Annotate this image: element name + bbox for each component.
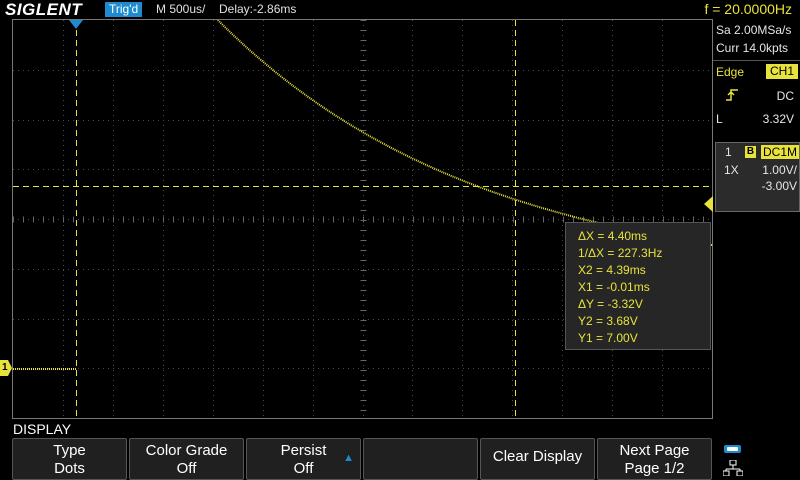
measurement-row: Y1 = 7.00V <box>578 331 638 345</box>
grid-lines <box>13 20 712 418</box>
trigger-type[interactable]: Edge <box>716 65 744 80</box>
usb-icon <box>724 445 741 453</box>
measurement-row: X2 = 4.39ms <box>578 263 646 277</box>
measurement-row: X1 = -0.01ms <box>578 280 650 294</box>
softkey-value: Page 1/2 <box>624 460 685 477</box>
cursor-lines <box>13 20 712 418</box>
measurement-row: ΔY = -3.32V <box>578 297 643 311</box>
vertical-scale: 1.00V/ <box>762 163 797 177</box>
brand-logo: SIGLENT <box>5 0 83 19</box>
cursor-measurement-panel: ΔX = 4.40ms 1/ΔX = 227.3Hz X2 = 4.39ms X1 =… <box>565 222 711 350</box>
expand-arrow-icon: ▲ <box>343 452 354 464</box>
channel-number: 1 <box>725 145 732 159</box>
type-softkey[interactable]: Type Dots <box>12 438 127 480</box>
vertical-offset: -3.00V <box>761 179 797 193</box>
ch1-waveform-trace <box>216 20 712 246</box>
status-bar: SIGLENT Trig'd M 500us/ Delay:-2.86ms f … <box>0 0 800 19</box>
bandwidth-limit-icon: B <box>745 146 756 158</box>
delay-readout: Delay:-2.86ms <box>219 2 297 16</box>
channel-1-info[interactable]: 1 B DC1M 1X 1.00V/ -3.00V <box>715 142 800 212</box>
measurement-row: ΔX = 4.40ms <box>578 229 648 243</box>
network-icon <box>723 460 743 476</box>
measurement-row: Y2 = 3.68V <box>578 314 638 328</box>
trigger-level: 3.32V <box>762 112 794 126</box>
frequency-readout: f = 20.0000Hz <box>704 1 792 17</box>
connectivity-status <box>713 438 800 480</box>
softkey-label: Type <box>53 442 86 459</box>
graticule <box>13 20 712 418</box>
menu-title: DISPLAY <box>13 421 72 437</box>
softkey-label: Color Grade <box>145 442 228 459</box>
trigger-level-marker-icon[interactable] <box>704 196 713 212</box>
waveform-display[interactable] <box>12 19 713 419</box>
softkey-value: Off <box>176 460 197 477</box>
sample-rate: Sa 2.00MSa/s <box>716 23 792 37</box>
info-panel: Sa 2.00MSa/s Curr 14.0kpts Edge CH1 DC L… <box>713 19 800 420</box>
clear-display-softkey[interactable]: Clear Display <box>480 438 595 480</box>
empty-softkey[interactable] <box>363 438 478 480</box>
channel-1-marker-label: 1 <box>2 362 8 373</box>
trigger-position-icon <box>69 20 83 29</box>
timebase-readout: M 500us/ <box>156 2 206 16</box>
channel-coupling: DC1M <box>761 145 800 159</box>
trigger-coupling: DC <box>776 89 794 103</box>
trigger-status-badge[interactable]: Trig'd <box>105 2 143 17</box>
softkey-value: Dots <box>54 460 85 477</box>
color-grade-softkey[interactable]: Color Grade Off <box>129 438 244 480</box>
memory-depth: Curr 14.0kpts <box>716 41 789 55</box>
trigger-source-badge[interactable]: CH1 <box>766 64 798 79</box>
probe-ratio: 1X <box>724 163 739 177</box>
softkey-label: Clear Display <box>492 448 583 465</box>
persist-softkey[interactable]: Persist Off ▲ <box>246 438 361 480</box>
measurement-row: 1/ΔX = 227.3Hz <box>578 246 663 260</box>
trigger-level-label: L <box>716 112 723 126</box>
rising-edge-icon <box>726 89 738 101</box>
next-page-softkey[interactable]: Next Page Page 1/2 <box>597 438 712 480</box>
softkey-label: Next Page <box>619 442 690 459</box>
